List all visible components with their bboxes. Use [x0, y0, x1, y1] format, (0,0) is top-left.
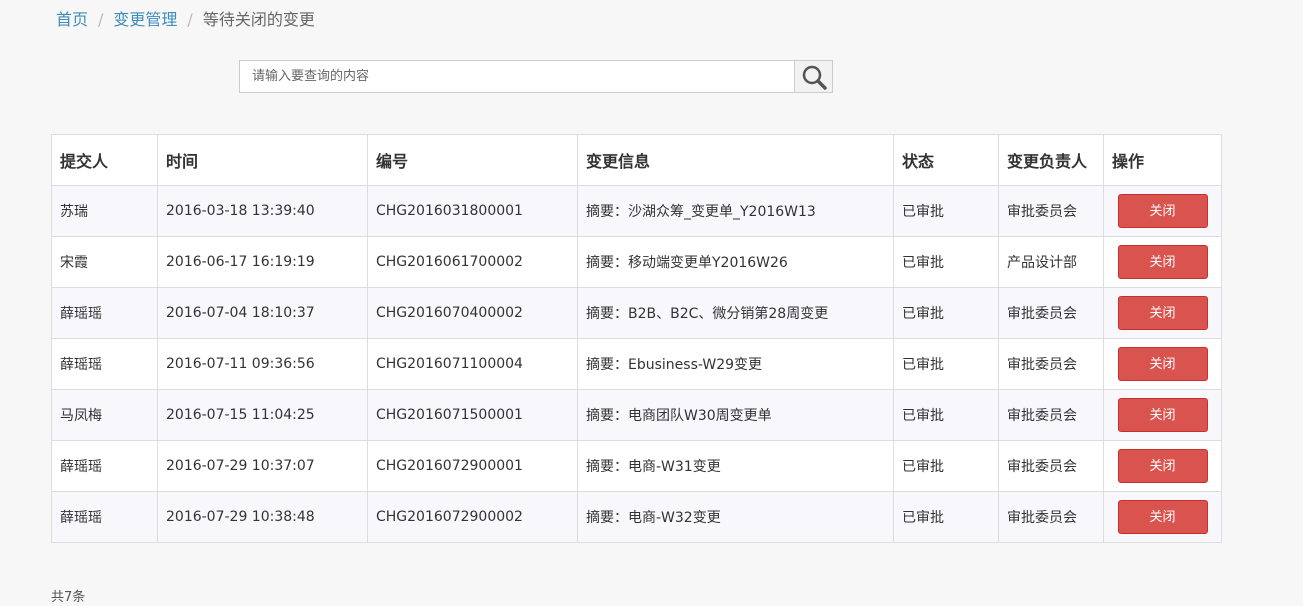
cell-submitter: 薛瑶瑶: [51, 491, 158, 543]
cell-submitter: 马凤梅: [51, 389, 158, 441]
cell-info: 摘要：电商-W31变更: [577, 440, 894, 492]
cell-code: CHG2016070400002: [367, 287, 578, 339]
cell-submitter: 宋霞: [51, 236, 158, 288]
cell-owner: 审批委员会: [998, 185, 1104, 237]
cell-owner: 审批委员会: [998, 338, 1104, 390]
cell-status: 已审批: [893, 491, 999, 543]
cell-owner: 审批委员会: [998, 287, 1104, 339]
close-button[interactable]: 关闭: [1117, 296, 1208, 330]
cell-action: 关闭: [1103, 338, 1222, 390]
search-bar: [239, 60, 833, 93]
cell-code: CHG2016071100004: [367, 338, 578, 390]
cell-action: 关闭: [1103, 491, 1222, 543]
close-button[interactable]: 关闭: [1117, 347, 1208, 381]
cell-action: 关闭: [1103, 287, 1222, 339]
cell-info: 摘要：沙湖众筹_变更单_Y2016W13: [577, 185, 894, 237]
column-header-action: 操作: [1103, 134, 1222, 186]
close-button[interactable]: 关闭: [1117, 398, 1208, 432]
column-header-owner: 变更负责人: [998, 134, 1104, 186]
cell-time: 2016-07-11 09:36:56: [157, 338, 368, 390]
cell-time: 2016-03-18 13:39:40: [157, 185, 368, 237]
cell-info: 摘要：电商-W32变更: [577, 491, 894, 543]
cell-info: 摘要：移动端变更单Y2016W26: [577, 236, 894, 288]
table-body: 苏瑞 2016-03-18 13:39:40 CHG2016031800001 摘要：…: [51, 185, 1222, 543]
cell-action: 关闭: [1103, 389, 1222, 441]
cell-code: CHG2016061700002: [367, 236, 578, 288]
column-header-code: 编号: [367, 134, 578, 186]
table-row: 马凤梅 2016-07-15 11:04:25 CHG2016071500001 摘要…: [51, 389, 1222, 441]
search-button[interactable]: [794, 61, 832, 92]
breadcrumb-separator: /: [187, 10, 193, 29]
cell-status: 已审批: [893, 236, 999, 288]
cell-submitter: 苏瑞: [51, 185, 158, 237]
cell-code: CHG2016072900001: [367, 440, 578, 492]
search-input[interactable]: [240, 61, 794, 92]
changes-table: 提交人 时间 编号 变更信息 状态 变更负责人 操作 苏瑞 2016-03-18 13:39:…: [51, 134, 1222, 543]
total-count: 共7条: [51, 590, 86, 605]
cell-submitter: 薛瑶瑶: [51, 440, 158, 492]
breadcrumb-current: 等待关闭的变更: [202, 10, 315, 29]
cell-owner: 审批委员会: [998, 491, 1104, 543]
cell-info: 摘要：B2B、B2C、微分销第28周变更: [577, 287, 894, 339]
column-header-submitter: 提交人: [51, 134, 158, 186]
breadcrumb-change-management-link[interactable]: 变更管理: [113, 10, 177, 30]
cell-code: CHG2016072900002: [367, 491, 578, 543]
cell-status: 已审批: [893, 338, 999, 390]
close-button[interactable]: 关闭: [1117, 194, 1208, 228]
cell-info: 摘要：Ebusiness-W29变更: [577, 338, 894, 390]
cell-action: 关闭: [1103, 440, 1222, 492]
cell-submitter: 薛瑶瑶: [51, 338, 158, 390]
cell-owner: 审批委员会: [998, 389, 1104, 441]
column-header-time: 时间: [157, 134, 368, 186]
breadcrumb-home-link[interactable]: 首页: [56, 10, 88, 30]
cell-code: CHG2016031800001: [367, 185, 578, 237]
cell-time: 2016-07-29 10:37:07: [157, 440, 368, 492]
table-header-row: 提交人 时间 编号 变更信息 状态 变更负责人 操作: [51, 134, 1222, 186]
column-header-info: 变更信息: [577, 134, 894, 186]
table-row: 薛瑶瑶 2016-07-29 10:38:48 CHG2016072900002 摘要…: [51, 491, 1222, 543]
close-button[interactable]: 关闭: [1117, 449, 1208, 483]
table-row: 苏瑞 2016-03-18 13:39:40 CHG2016031800001 摘要：…: [51, 185, 1222, 237]
cell-status: 已审批: [893, 185, 999, 237]
cell-status: 已审批: [893, 287, 999, 339]
cell-code: CHG2016071500001: [367, 389, 578, 441]
cell-time: 2016-07-29 10:38:48: [157, 491, 368, 543]
breadcrumb: 首页 / 变更管理 / 等待关闭的变更: [56, 10, 315, 30]
table-row: 薛瑶瑶 2016-07-04 18:10:37 CHG2016070400002 摘要…: [51, 287, 1222, 339]
close-button[interactable]: 关闭: [1117, 245, 1208, 279]
cell-info: 摘要：电商团队W30周变更单: [577, 389, 894, 441]
table-row: 薛瑶瑶 2016-07-11 09:36:56 CHG2016071100004 摘要…: [51, 338, 1222, 390]
cell-time: 2016-07-04 18:10:37: [157, 287, 368, 339]
cell-action: 关闭: [1103, 185, 1222, 237]
close-button[interactable]: 关闭: [1117, 500, 1208, 534]
cell-time: 2016-06-17 16:19:19: [157, 236, 368, 288]
cell-owner: 审批委员会: [998, 440, 1104, 492]
search-icon: [802, 65, 827, 90]
cell-submitter: 薛瑶瑶: [51, 287, 158, 339]
cell-status: 已审批: [893, 389, 999, 441]
cell-owner: 产品设计部: [998, 236, 1104, 288]
breadcrumb-separator: /: [98, 10, 104, 29]
cell-action: 关闭: [1103, 236, 1222, 288]
cell-time: 2016-07-15 11:04:25: [157, 389, 368, 441]
column-header-status: 状态: [893, 134, 999, 186]
cell-status: 已审批: [893, 440, 999, 492]
table-row: 薛瑶瑶 2016-07-29 10:37:07 CHG2016072900001 摘要…: [51, 440, 1222, 492]
table-row: 宋霞 2016-06-17 16:19:19 CHG2016061700002 摘要：…: [51, 236, 1222, 288]
